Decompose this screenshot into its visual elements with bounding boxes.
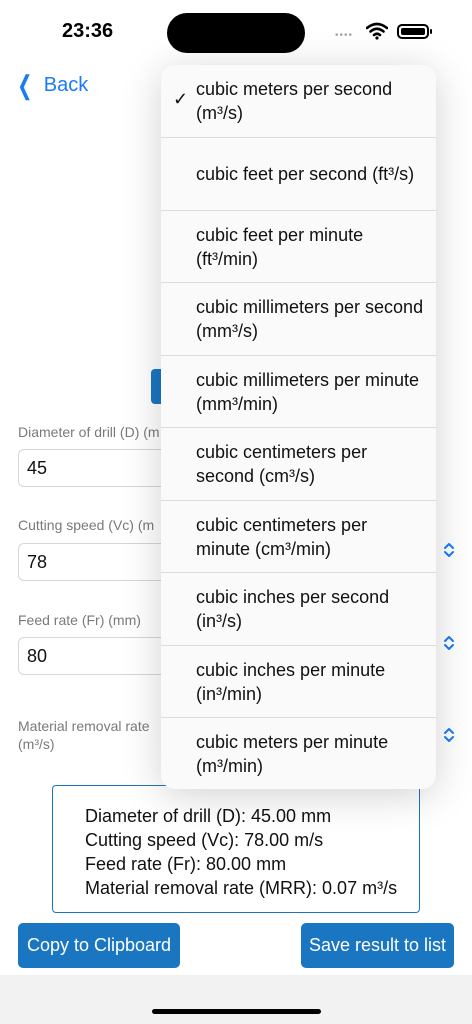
unit-dropdown-menu: ✓ cubic meters per second (m³/s) cubic f…	[161, 65, 436, 789]
menu-option-label: cubic meters per second (m³/s)	[196, 79, 393, 123]
menu-option-label: cubic centimeters per minute (cm³/min)	[196, 514, 368, 559]
cutting-speed-input[interactable]: 78	[18, 543, 168, 581]
menu-option-cubic-meters-per-minute[interactable]: cubic meters per minute (m³/min)	[161, 717, 436, 789]
feed-rate-input[interactable]: 80	[18, 637, 168, 675]
checkmark-icon: ✓	[173, 89, 189, 109]
menu-option-label: cubic feet per minute (ft³/min)	[196, 224, 364, 269]
mrr-unit-label: (m³/s)	[18, 736, 55, 752]
result-line: Diameter of drill (D): 45.00 mm	[85, 806, 332, 826]
feed-rate-unit-stepper[interactable]	[443, 635, 455, 653]
save-result-button[interactable]: Save result to list	[301, 923, 454, 968]
diameter-input[interactable]: 45	[18, 449, 168, 487]
dynamic-island	[167, 13, 305, 53]
copy-to-clipboard-button[interactable]: Copy to Clipboard	[18, 923, 180, 968]
home-area	[0, 975, 472, 1024]
chevron-up-down-icon	[444, 636, 454, 650]
chevron-up-down-icon	[444, 728, 454, 742]
menu-option-cubic-centimeters-per-minute[interactable]: cubic centimeters per minute (cm³/min)	[161, 500, 436, 572]
clock: 23:36	[62, 20, 114, 42]
menu-option-label: cubic feet per second (ft³/s)	[196, 163, 415, 184]
menu-option-cubic-inches-per-minute[interactable]: cubic inches per minute (in³/min)	[161, 645, 436, 717]
menu-option-cubic-feet-per-minute[interactable]: cubic feet per minute (ft³/min)	[161, 210, 436, 282]
back-button[interactable]: ❮ Back	[14, 70, 88, 101]
menu-option-label: cubic centimeters per second (cm³/s)	[196, 441, 368, 486]
cutting-speed-label: Cutting speed (Vc) (m	[18, 517, 155, 533]
signal-icon: ••••	[335, 30, 354, 41]
wifi-icon	[366, 22, 388, 40]
result-line: Material removal rate (MRR): 0.07 m³/s	[85, 878, 398, 898]
mrr-unit-stepper[interactable]	[443, 727, 455, 745]
status-bar: 23:36 ••••	[0, 0, 472, 60]
result-line: Cutting speed (Vc): 78.00 m/s	[85, 830, 324, 850]
result-line: Feed rate (Fr): 80.00 mm	[85, 854, 287, 874]
battery-icon	[397, 24, 432, 39]
menu-option-label: cubic meters per minute (m³/min)	[196, 731, 389, 776]
chevron-up-down-icon	[444, 543, 454, 557]
chevron-left-icon: ❮	[17, 70, 33, 100]
menu-option-label: cubic inches per minute (in³/min)	[196, 659, 386, 704]
menu-option-cubic-millimeters-per-second[interactable]: cubic millimeters per second (mm³/s)	[161, 282, 436, 354]
home-indicator	[152, 1009, 321, 1014]
result-box: Diameter of drill (D): 45.00 mm Cutting …	[52, 785, 420, 913]
menu-option-label: cubic inches per second (in³/s)	[196, 586, 390, 631]
menu-option-cubic-feet-per-second[interactable]: cubic feet per second (ft³/s)	[161, 137, 436, 209]
menu-option-label: cubic millimeters per second (mm³/s)	[196, 296, 424, 341]
menu-option-cubic-millimeters-per-minute[interactable]: cubic millimeters per minute (mm³/min)	[161, 355, 436, 427]
back-label: Back	[43, 74, 89, 96]
menu-option-cubic-inches-per-second[interactable]: cubic inches per second (in³/s)	[161, 572, 436, 644]
menu-option-cubic-centimeters-per-second[interactable]: cubic centimeters per second (cm³/s)	[161, 427, 436, 499]
diameter-label: Diameter of drill (D) (m	[18, 424, 160, 440]
feed-rate-label: Feed rate (Fr) (mm)	[18, 612, 141, 628]
menu-option-label: cubic millimeters per minute (mm³/min)	[196, 369, 420, 414]
menu-option-cubic-meters-per-second[interactable]: ✓ cubic meters per second (m³/s)	[161, 65, 436, 137]
cutting-speed-unit-stepper[interactable]	[443, 542, 455, 560]
mrr-label: Material removal rate	[18, 718, 150, 734]
